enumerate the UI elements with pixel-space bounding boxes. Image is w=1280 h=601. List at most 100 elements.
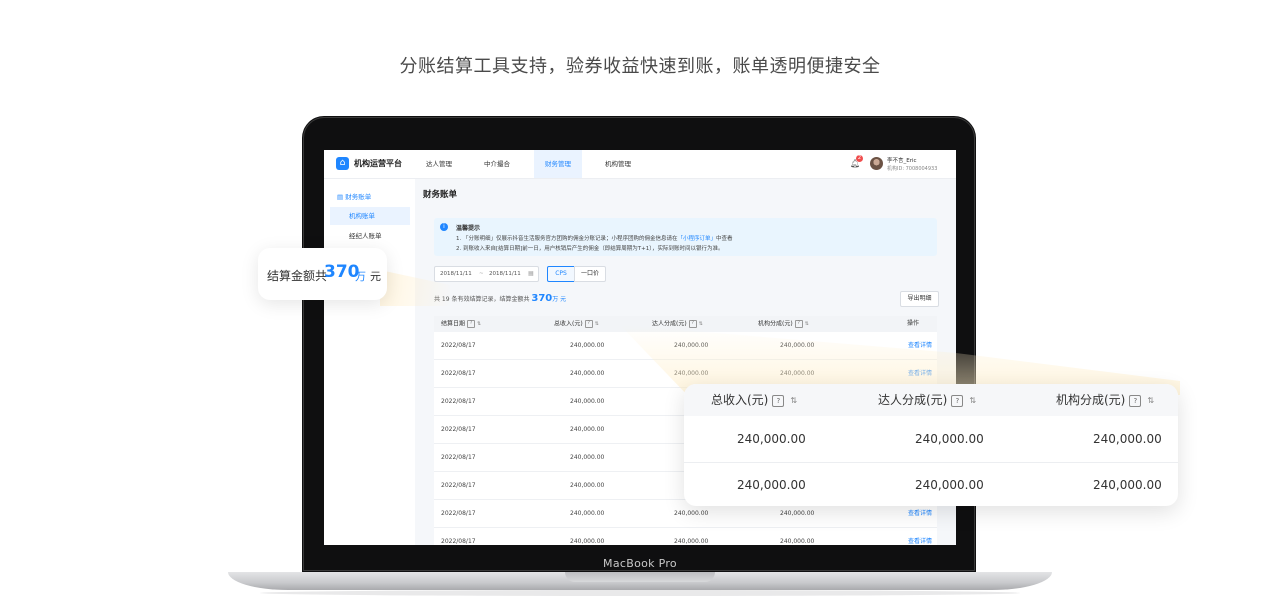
sort-icon[interactable]: ⇅: [969, 385, 976, 417]
question-icon[interactable]: ?: [467, 320, 476, 328]
zoom-cell-org: 240,000.00: [1093, 432, 1162, 446]
view-details-link[interactable]: 查看详情: [908, 528, 932, 545]
col-org-share-label: 机构分成(元): [758, 320, 793, 328]
sort-icon[interactable]: ⇅: [790, 385, 797, 417]
zoom-col-org-share: 机构分成(元)? ⇅: [1056, 384, 1154, 417]
col-settle-date: 结算日期? ⇅: [441, 316, 481, 333]
zoom-cell-org: 240,000.00: [1093, 478, 1162, 492]
cell-settle-date: 2022/08/17: [441, 454, 476, 461]
callout-unit-yuan: 元: [370, 270, 381, 283]
cell-settle-date: 2022/08/17: [441, 370, 476, 377]
date-start: 2018/11/11: [440, 271, 472, 277]
cell-total-income: 240,000.00: [570, 342, 605, 349]
question-icon[interactable]: ?: [951, 394, 964, 407]
zoom-cell-total: 240,000.00: [737, 478, 806, 492]
sidebar-item-org-bill[interactable]: 机构账单: [330, 207, 410, 225]
nav-talent-management[interactable]: 达人管理: [417, 150, 461, 178]
cell-settle-date: 2022/08/17: [441, 510, 476, 517]
date-range-picker[interactable]: 2018/11/11 ~ 2018/11/11 ▦: [434, 266, 539, 282]
zoom-cell-talent: 240,000.00: [915, 432, 984, 446]
tip-line-1-text: 1. 「分账明细」仅展示抖音生活服务官方团购的佣金分账记录；小程序团购的佣金信息…: [456, 236, 678, 242]
cell-total-income: 240,000.00: [570, 482, 605, 489]
col-total-income: 总收入(元)? ⇅: [554, 316, 599, 333]
export-details-button[interactable]: 导出明细: [900, 291, 939, 307]
nav-finance-management[interactable]: 财务管理: [534, 150, 582, 178]
zoomed-table-header: 总收入(元)? ⇅ 达人分成(元)? ⇅ 机构分成(元)? ⇅: [684, 384, 1178, 416]
device-label: MacBook Pro: [603, 557, 677, 570]
zoomed-table-callout: 总收入(元)? ⇅ 达人分成(元)? ⇅ 机构分成(元)? ⇅ 240,000.00 …: [684, 384, 1178, 506]
question-icon[interactable]: ?: [794, 320, 803, 328]
col-action: 操作: [907, 320, 920, 327]
segment-fixed-price[interactable]: 一口价: [574, 266, 606, 282]
nav-agency-matching[interactable]: 中介撮合: [475, 150, 519, 178]
page-title: 财务账单: [423, 190, 458, 200]
date-end: 2018/11/11: [489, 271, 521, 277]
tip-line-2: 2. 到账收入来自[结算日期]前一日，用户核销后产生的佣金（即结算周期为T+1）…: [456, 246, 724, 252]
tip-line-1: 1. 「分账明细」仅展示抖音生活服务官方团购的佣金分账记录；小程序团购的佣金信息…: [456, 234, 733, 242]
cell-total-income: 240,000.00: [570, 426, 605, 433]
calendar-icon: ▦: [528, 270, 534, 277]
settlement-summary: 共 19 条有效结算记录，结算金额共 370万 元: [434, 293, 566, 304]
zoom-col-total-income-label: 总收入(元): [711, 393, 769, 407]
cell-total-income: 240,000.00: [570, 538, 605, 545]
clipboard-icon: ▤: [337, 193, 344, 201]
col-org-share: 机构分成(元)? ⇅: [758, 316, 809, 333]
user-name: 李不言_Eric: [887, 158, 917, 164]
cell-org-share: 240,000.00: [780, 538, 815, 545]
mini-program-order-link[interactable]: 「小程序订单」: [678, 236, 717, 242]
table-row: 2022/08/17 240,000.00 240,000.00 240,000.00…: [434, 528, 937, 545]
app-topbar: ⌂ 机构运营平台 达人管理 中介撮合 财务管理 机构管理 🔔︎ 2 李不言_Er…: [324, 150, 956, 179]
page-headline: 分账结算工具支持，验券收益快速到账，账单透明便捷安全: [399, 56, 881, 77]
nav-org-management[interactable]: 机构管理: [596, 150, 640, 178]
user-id: 机构ID: 7008004933: [887, 166, 938, 172]
col-total-income-label: 总收入(元): [554, 320, 583, 328]
zoom-col-total-income: 总收入(元)? ⇅: [711, 384, 797, 417]
laptop-notch: [565, 572, 715, 582]
sort-icon[interactable]: ⇅: [595, 316, 599, 332]
summary-amount: 370: [531, 293, 553, 304]
cell-settle-date: 2022/08/17: [441, 538, 476, 545]
question-icon[interactable]: ?: [584, 320, 593, 328]
sidebar-item-broker-bill[interactable]: 经纪人账单: [330, 227, 410, 245]
callout-label: 结算金额共: [267, 269, 328, 283]
sort-icon[interactable]: ⇅: [1147, 385, 1154, 417]
tip-line-1-suffix: 中查看: [716, 236, 733, 242]
summary-unit: 万 元: [552, 296, 567, 303]
cell-total-income: 240,000.00: [570, 454, 605, 461]
callout-unit-wan: 万: [355, 270, 366, 283]
sidebar-group-label: 财务账单: [345, 193, 372, 201]
question-icon[interactable]: ?: [688, 320, 697, 328]
tip-title: 温馨提示: [456, 225, 481, 232]
cell-settle-date: 2022/08/17: [441, 482, 476, 489]
col-talent-share-label: 达人分成(元): [652, 320, 687, 328]
sort-icon[interactable]: ⇅: [477, 316, 481, 332]
zoom-cell-talent: 240,000.00: [915, 478, 984, 492]
zoom-cell-total: 240,000.00: [737, 432, 806, 446]
home-icon[interactable]: ⌂: [336, 157, 349, 170]
settlement-amount-callout: 结算金额共 370 万 元: [258, 248, 387, 300]
avatar[interactable]: [870, 157, 883, 170]
zoom-col-org-share-label: 机构分成(元): [1056, 393, 1126, 407]
question-icon[interactable]: ?: [1129, 394, 1142, 407]
question-icon[interactable]: ?: [772, 394, 785, 407]
zoom-table-row: 240,000.00 240,000.00 240,000.00: [684, 416, 1178, 463]
info-icon: i: [440, 223, 448, 231]
segment-cps[interactable]: CPS: [547, 266, 575, 282]
sort-icon[interactable]: ⇅: [805, 316, 809, 332]
col-settle-date-label: 结算日期: [441, 320, 466, 328]
sidebar: ▤ 财务账单 机构账单 经纪人账单: [324, 179, 415, 545]
notification-badge: 2: [856, 155, 863, 162]
cell-settle-date: 2022/08/17: [441, 398, 476, 405]
sidebar-group-finance-bill[interactable]: ▤ 财务账单: [337, 191, 371, 201]
cell-settle-date: 2022/08/17: [441, 342, 476, 349]
date-separator: ~: [479, 271, 484, 277]
sort-icon[interactable]: ⇅: [699, 316, 703, 332]
table-header: 结算日期? ⇅ 总收入(元)? ⇅ 达人分成(元)? ⇅ 机构分成(元)? ⇅ 操作: [434, 316, 937, 332]
cell-talent-share: 240,000.00: [674, 538, 709, 545]
cell-total-income: 240,000.00: [570, 370, 605, 377]
tip-banner: i 温馨提示 1. 「分账明细」仅展示抖音生活服务官方团购的佣金分账记录；小程序…: [434, 218, 937, 256]
zoom-col-talent-share-label: 达人分成(元): [878, 393, 948, 407]
app-title: 机构运营平台: [354, 159, 402, 168]
laptop-shadow: [260, 590, 1020, 596]
cell-total-income: 240,000.00: [570, 510, 605, 517]
